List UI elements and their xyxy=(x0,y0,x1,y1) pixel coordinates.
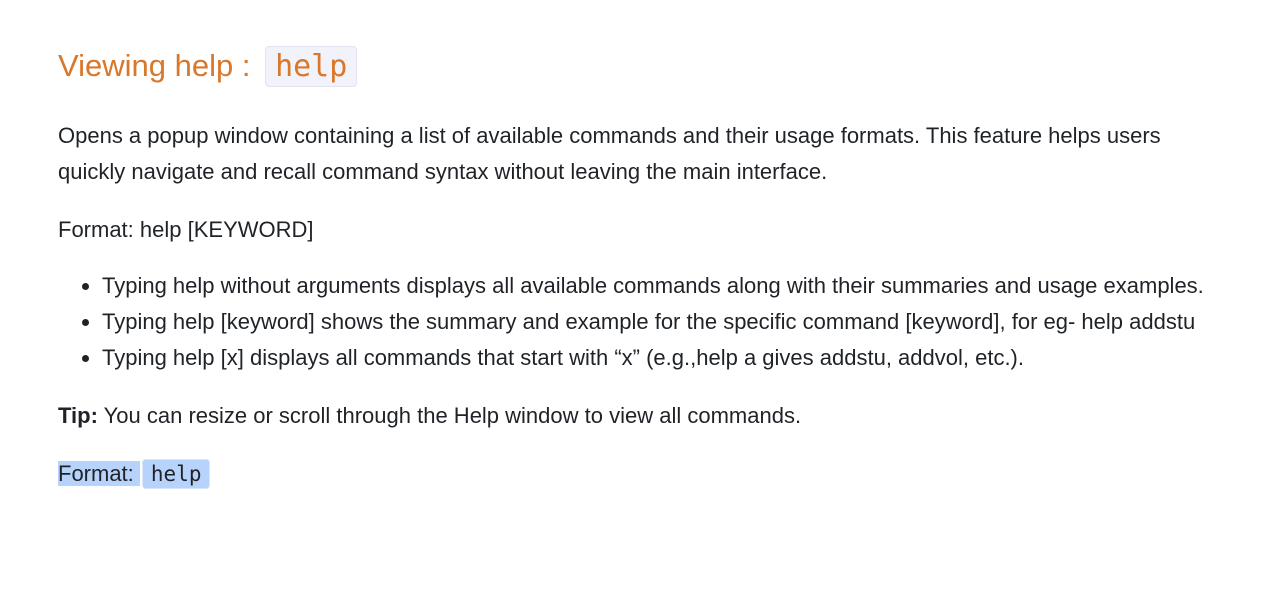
list-item: Typing help [keyword] shows the summary … xyxy=(102,304,1212,340)
final-format-label: Format: xyxy=(58,461,140,486)
tip-text: You can resize or scroll through the Hel… xyxy=(97,403,802,428)
heading-command-code: help xyxy=(265,45,358,87)
format-line: Format: help [KEYWORD] xyxy=(58,217,314,242)
usage-bullet-list: Typing help without arguments displays a… xyxy=(58,268,1212,376)
tip-label: Tip: xyxy=(58,403,98,428)
list-item: Typing help without arguments displays a… xyxy=(102,268,1212,304)
document-page: Viewing help : help Opens a popup window… xyxy=(0,0,1266,614)
intro-paragraph: Opens a popup window containing a list o… xyxy=(58,123,1161,184)
final-command-code: help xyxy=(141,459,211,489)
section-heading: Viewing help : help xyxy=(58,40,1208,92)
section-heading-text: Viewing help : xyxy=(58,48,260,83)
final-format-line: Format: help xyxy=(58,456,1208,492)
tip-paragraph: Tip: You can resize or scroll through th… xyxy=(58,398,1208,434)
list-item: Typing help [x] displays all commands th… xyxy=(102,340,1212,376)
